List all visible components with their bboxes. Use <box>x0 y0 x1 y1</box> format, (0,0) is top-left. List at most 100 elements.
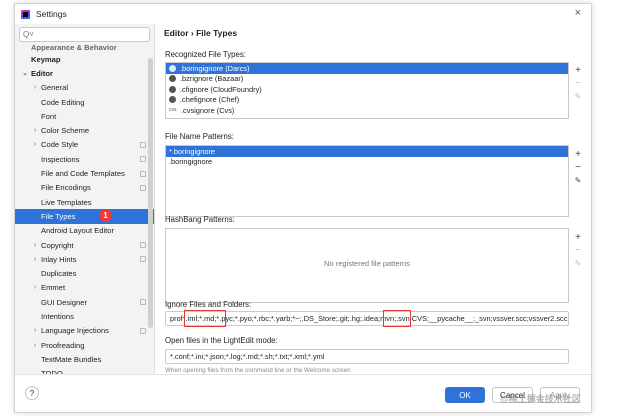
sidebar-item[interactable]: Keymap <box>15 52 154 66</box>
title-bar: Settings × <box>15 4 591 24</box>
project-settings-icon <box>140 242 146 248</box>
sidebar-item-label: GUI Designer <box>41 297 88 307</box>
sidebar-item[interactable]: Font <box>15 109 154 123</box>
sidebar-item-label: Duplicates <box>41 269 77 279</box>
file-type-name: .boringignore (Darcs) <box>180 63 250 73</box>
sidebar-scrollbar[interactable] <box>148 58 153 328</box>
settings-tree: Appearance & Behavior Keymap ⌄ Editor › Gener… <box>15 44 154 374</box>
hashbang-patterns-label: HashBang Patterns: <box>165 215 235 224</box>
file-type-row[interactable]: .boringignore (Darcs) <box>166 63 568 74</box>
sidebar-item[interactable]: › General <box>15 81 154 95</box>
sidebar-item[interactable]: Appearance & Behavior <box>15 44 154 52</box>
sidebar-item[interactable]: File Types 1 <box>15 209 154 224</box>
chevron-right-icon[interactable]: › <box>31 284 39 291</box>
sidebar-item[interactable]: ⌄ Editor <box>15 66 154 80</box>
file-type-name: .chefignore (Chef) <box>180 95 240 105</box>
sidebar-item-label: Inlay Hints <box>41 254 77 264</box>
sidebar-item[interactable]: Inspections <box>15 152 154 166</box>
sidebar-item-label: TextMate Bundles <box>41 354 102 364</box>
chevron-right-icon[interactable]: › <box>31 342 39 349</box>
darcs-icon <box>169 64 176 72</box>
edit-file-type-button[interactable]: ✎ <box>575 90 582 103</box>
remove-pattern-button[interactable]: − <box>575 161 581 174</box>
sidebar-item[interactable]: Code Editing <box>15 95 154 109</box>
patterns-toolbar: + − ✎ <box>572 148 584 187</box>
cloudfoundry-icon <box>169 85 176 93</box>
sidebar-item[interactable]: › Proofreading <box>15 338 154 352</box>
chevron-right-icon[interactable]: › <box>31 256 39 263</box>
watermark-text: @稀土掘金技术社区 <box>500 394 581 404</box>
sidebar-item[interactable]: File and Code Templates <box>15 166 154 180</box>
help-button[interactable]: ? <box>25 386 39 400</box>
close-icon[interactable]: × <box>575 7 581 19</box>
pattern-row[interactable]: *.boringignore <box>166 146 568 157</box>
search-input[interactable] <box>36 30 147 39</box>
file-type-name: .cfignore (CloudFoundry) <box>180 84 262 94</box>
edit-pattern-button[interactable]: ✎ <box>575 174 582 187</box>
chevron-right-icon[interactable]: › <box>31 327 39 334</box>
intellij-app-icon <box>21 9 30 19</box>
sidebar-item[interactable]: › Copyright <box>15 238 154 252</box>
sidebar-item[interactable]: TextMate Bundles <box>15 352 154 366</box>
sidebar-item[interactable]: › Language Injections <box>15 324 154 338</box>
hashbang-patterns-list[interactable]: No registered file patterns <box>165 228 569 303</box>
highlight-iml-box <box>184 310 226 327</box>
sidebar-item-label: File and Code Templates <box>41 169 125 179</box>
empty-state-text: No registered file patterns <box>324 259 410 268</box>
hashbang-toolbar: + − ✎ <box>572 231 584 270</box>
settings-search[interactable]: Q˅ <box>19 27 150 42</box>
file-type-row[interactable]: .chefignore (Chef) <box>166 95 568 106</box>
window-title: Settings <box>36 9 67 19</box>
highlight-idea-box <box>383 310 411 327</box>
sidebar-item[interactable]: › Inlay Hints <box>15 252 154 266</box>
lightedit-patterns-input[interactable]: *.conf;*.ini;*.json;*.log;*.md;*.sh;*.tx… <box>165 349 569 364</box>
project-settings-icon <box>140 170 146 177</box>
sidebar-item[interactable]: Live Templates <box>15 195 154 209</box>
ok-button[interactable]: OK <box>445 387 485 403</box>
sidebar-item[interactable]: › Emmet <box>15 281 154 295</box>
file-name-patterns-list[interactable]: *.boringignore .boringignore <box>165 145 569 217</box>
chevron-right-icon[interactable]: › <box>31 242 39 249</box>
edit-hashbang-button[interactable]: ✎ <box>575 257 582 270</box>
project-settings-icon <box>140 184 146 191</box>
settings-dialog: Settings × Q˅ Appearance & Behavior Keyma… <box>14 3 592 413</box>
sidebar-item[interactable]: Intentions <box>15 309 154 323</box>
project-settings-icon <box>140 141 146 148</box>
chevron-right-icon[interactable]: › <box>31 141 39 148</box>
remove-hashbang-button[interactable]: − <box>575 244 581 257</box>
project-settings-icon <box>140 256 146 263</box>
search-icon: Q˅ <box>23 30 34 39</box>
sidebar-item-label: Code Style <box>41 140 79 150</box>
file-type-row[interactable]: cvs .cvsignore (Cvs) <box>166 105 568 116</box>
cvs-icon: cvs <box>169 106 177 113</box>
recognized-types-list[interactable]: .boringignore (Darcs) .bzrignore (Bazaar)… <box>165 62 569 119</box>
file-type-row[interactable]: .bzrignore (Bazaar) <box>166 74 568 85</box>
remove-file-type-button[interactable]: − <box>575 77 581 90</box>
sidebar-item[interactable]: Android Layout Editor <box>15 224 154 238</box>
sidebar-item-label: Appearance & Behavior <box>31 44 117 52</box>
chevron-right-icon[interactable]: › <box>31 84 39 91</box>
sidebar-item-label: Intentions <box>41 311 74 321</box>
sidebar-item[interactable]: GUI Designer <box>15 295 154 309</box>
project-settings-icon <box>140 327 146 334</box>
add-hashbang-button[interactable]: + <box>575 231 581 244</box>
sidebar-item-label: Keymap <box>31 54 61 64</box>
add-pattern-button[interactable]: + <box>575 148 581 161</box>
sidebar-item[interactable]: Duplicates <box>15 266 154 280</box>
pattern-row[interactable]: .boringignore <box>166 157 568 168</box>
sidebar-item-label: File Encodings <box>41 183 91 193</box>
recognized-types-label: Recognized File Types: <box>165 50 246 59</box>
sidebar-item[interactable]: File Encodings <box>15 181 154 195</box>
sidebar-item[interactable]: TODO <box>15 367 154 374</box>
sidebar-item[interactable]: › Code Style <box>15 138 154 152</box>
add-file-type-button[interactable]: + <box>575 64 581 77</box>
sidebar-item-label: Android Layout Editor <box>41 226 115 236</box>
lightedit-label: Open files in the LightEdit mode: <box>165 336 278 345</box>
sidebar-item[interactable]: › Color Scheme <box>15 123 154 137</box>
file-type-row[interactable]: .cfignore (CloudFoundry) <box>166 84 568 95</box>
bazaar-icon <box>169 75 176 83</box>
sidebar-item-label: General <box>41 83 69 93</box>
chevron-right-icon[interactable]: › <box>31 127 39 134</box>
sidebar-item-label: Proofreading <box>41 340 85 350</box>
chevron-down-icon[interactable]: ⌄ <box>21 69 29 77</box>
